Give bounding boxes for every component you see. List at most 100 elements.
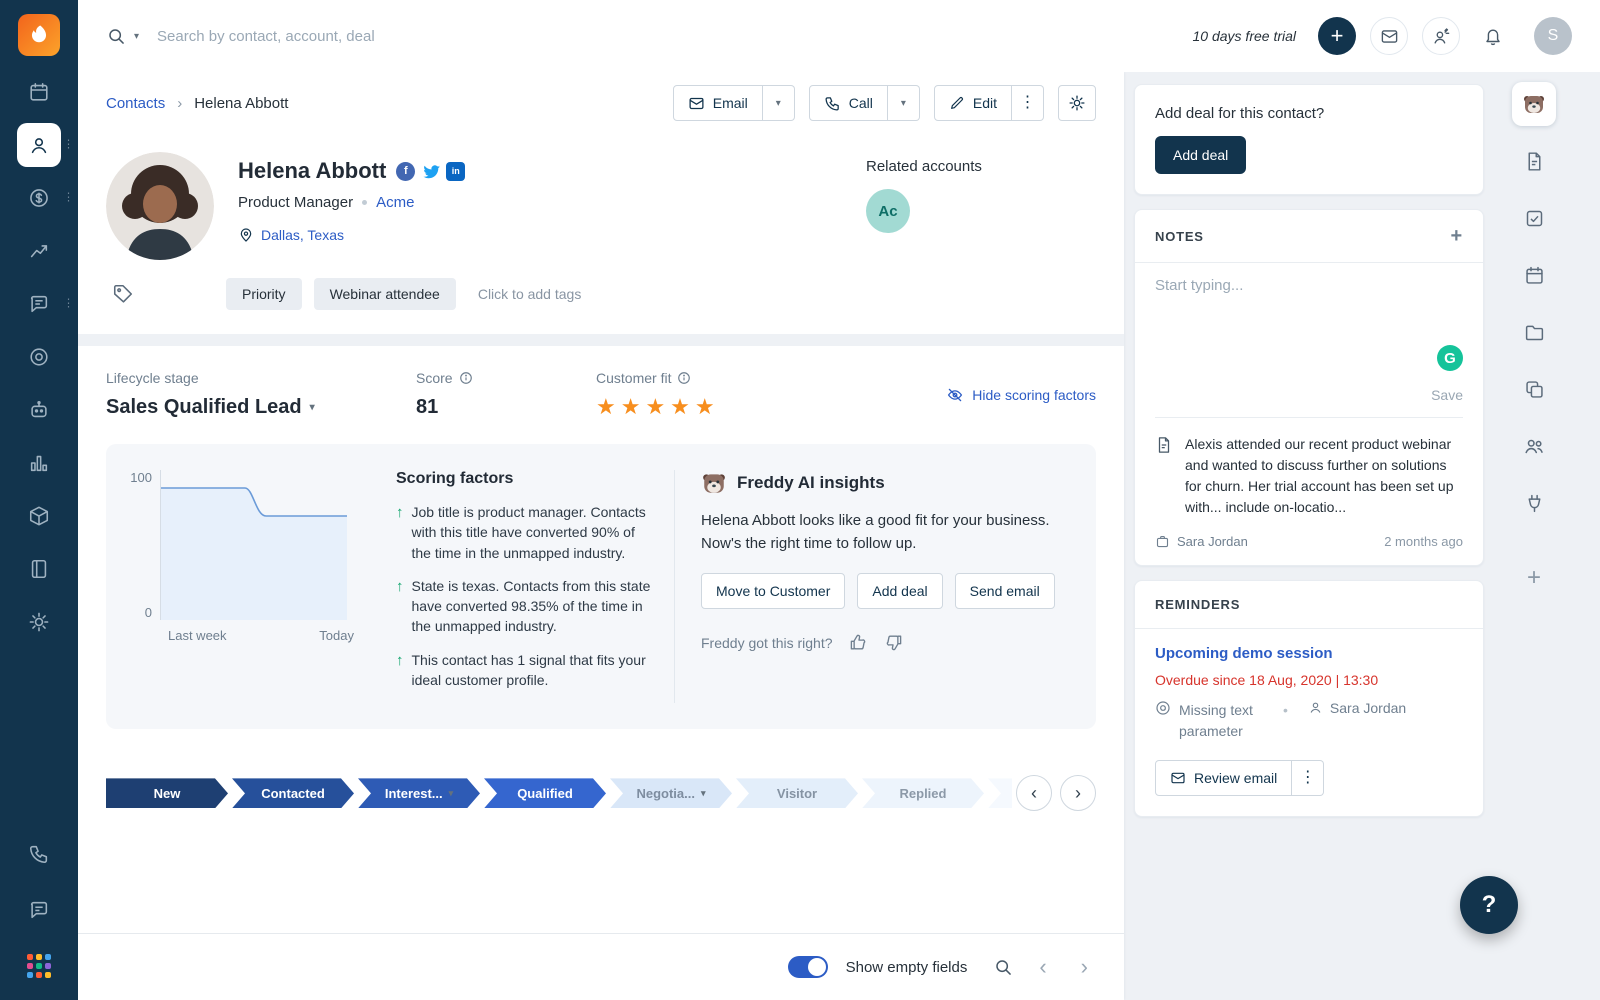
info-icon[interactable] xyxy=(677,371,691,385)
folder-icon xyxy=(1525,325,1543,340)
nav-phone[interactable] xyxy=(17,832,61,876)
contact-title: Product Manager xyxy=(238,194,354,211)
add-deal-button[interactable]: Add deal xyxy=(857,573,943,609)
tag-icon xyxy=(113,284,133,303)
nav-marketing[interactable] xyxy=(17,335,61,379)
nav-contacts[interactable]: ⋮ xyxy=(17,123,74,167)
search-icon[interactable] xyxy=(106,26,126,46)
nav-settings[interactable] xyxy=(17,600,61,644)
info-icon[interactable] xyxy=(459,371,473,385)
show-empty-fields-toggle[interactable] xyxy=(787,956,828,978)
analytics-icon xyxy=(30,245,48,258)
notifications-button[interactable] xyxy=(1474,17,1512,55)
rail-duplicates[interactable] xyxy=(1512,367,1556,411)
email-action-button[interactable]: Email xyxy=(672,85,763,121)
save-note-button[interactable]: Save xyxy=(1155,385,1463,418)
global-add-button[interactable]: + xyxy=(1318,17,1356,55)
company-link[interactable]: Acme xyxy=(376,194,414,211)
stage-interested[interactable]: Interest... ▾ xyxy=(358,778,480,808)
rail-freddy[interactable] xyxy=(1512,82,1556,126)
send-email-button[interactable]: Send email xyxy=(954,573,1055,609)
rail-integrations[interactable] xyxy=(1512,481,1556,525)
stage-qualified[interactable]: Qualified xyxy=(484,778,606,808)
call-dropdown-caret[interactable]: ▾ xyxy=(887,85,920,121)
add-tag-hint[interactable]: Click to add tags xyxy=(478,286,582,302)
hide-scoring-factors-link[interactable]: Hide scoring factors xyxy=(946,386,1096,404)
stage-contacted[interactable]: Contacted xyxy=(232,778,354,808)
facebook-icon[interactable]: f xyxy=(396,161,416,181)
pipeline-next-button[interactable]: › xyxy=(1060,775,1096,812)
reminder-more-button[interactable]: ⋮ xyxy=(1292,760,1325,796)
note-editor[interactable]: Start typing... G xyxy=(1155,277,1463,385)
dot-separator xyxy=(362,200,368,205)
rail-contacts[interactable] xyxy=(1512,424,1556,468)
nav-reports[interactable] xyxy=(17,441,61,485)
call-action-button[interactable]: Call xyxy=(808,85,888,121)
search-fields-icon[interactable] xyxy=(993,957,1013,977)
tag-pill[interactable]: Webinar attendee xyxy=(313,278,456,310)
tag-pill[interactable]: Priority xyxy=(226,278,302,310)
edit-button[interactable]: Edit xyxy=(933,85,1012,121)
email-dropdown-caret[interactable]: ▾ xyxy=(762,85,795,121)
note-icon xyxy=(1158,437,1170,453)
review-email-button[interactable]: Review email xyxy=(1155,760,1293,796)
stage-replied[interactable]: Replied xyxy=(862,778,984,808)
stage-truncated[interactable]: S xyxy=(988,778,1012,808)
reminder-warning: Missing text parameter xyxy=(1179,702,1253,739)
help-button[interactable]: ? xyxy=(1460,876,1518,934)
related-account-avatar[interactable]: Ac xyxy=(866,189,910,233)
stage-negotiation[interactable]: Negotia... ▾ xyxy=(610,778,732,808)
nav-app-switcher[interactable] xyxy=(17,944,61,988)
next-section-button[interactable]: › xyxy=(1073,956,1096,978)
search-scope-caret-icon[interactable]: ▾ xyxy=(134,31,139,42)
prev-section-button[interactable]: ‹ xyxy=(1031,956,1054,978)
nav-conversations-menu-icon[interactable]: ⋮ xyxy=(63,298,74,310)
twitter-icon[interactable] xyxy=(421,161,441,181)
thumbs-down-icon[interactable] xyxy=(884,633,903,652)
nav-deals-menu-icon[interactable]: ⋮ xyxy=(63,192,74,204)
rail-tasks[interactable] xyxy=(1512,196,1556,240)
grammarly-icon: G xyxy=(1437,345,1463,371)
add-widget-icon[interactable]: + xyxy=(1527,564,1541,592)
scoring-panel: 100 0 Last week Today Scoring factors ↑ … xyxy=(106,444,1096,730)
thumbs-up-icon[interactable] xyxy=(849,633,868,652)
nav-library[interactable] xyxy=(17,547,61,591)
add-deal-button[interactable]: Add deal xyxy=(1155,136,1247,174)
nav-contacts-menu-icon[interactable]: ⋮ xyxy=(63,139,74,151)
lifecycle-stage-dropdown[interactable]: Sales Qualified Lead ▾ xyxy=(106,396,356,419)
contact-location[interactable]: Dallas, Texas xyxy=(261,227,344,243)
linkedin-icon[interactable]: in xyxy=(446,161,466,181)
nav-deals[interactable]: ⋮ xyxy=(17,176,74,220)
user-avatar[interactable]: S xyxy=(1534,17,1572,55)
whats-new-button[interactable] xyxy=(1422,17,1460,55)
arrow-up-icon: ↑ xyxy=(396,577,404,595)
freddy-icon xyxy=(703,474,725,493)
search-input[interactable] xyxy=(157,27,1185,45)
lifecycle-stage-value: Sales Qualified Lead xyxy=(106,396,302,418)
nav-help-chat[interactable] xyxy=(17,888,61,932)
reminder-title-link[interactable]: Upcoming demo session xyxy=(1155,645,1333,662)
stage-label: Visitor xyxy=(776,785,818,801)
email-button[interactable] xyxy=(1370,17,1408,55)
nav-conversations[interactable]: ⋮ xyxy=(17,282,74,326)
nav-bots[interactable] xyxy=(17,388,61,432)
lifecycle-row: Lifecycle stage Sales Qualified Lead ▾ S… xyxy=(78,370,1124,420)
breadcrumb-contacts-link[interactable]: Contacts xyxy=(106,95,165,112)
calendar-icon xyxy=(30,82,48,101)
nav-analytics[interactable] xyxy=(17,229,61,273)
stage-new[interactable]: New xyxy=(106,778,228,808)
rail-notes[interactable] xyxy=(1512,139,1556,183)
nav-products[interactable] xyxy=(17,494,61,538)
note-list-item[interactable]: Alexis attended our recent product webin… xyxy=(1155,418,1463,522)
rail-files[interactable] xyxy=(1512,310,1556,354)
library-icon xyxy=(31,559,47,579)
add-note-icon[interactable]: + xyxy=(1451,226,1463,246)
record-settings-button[interactable] xyxy=(1058,85,1096,121)
more-actions-button[interactable]: ⋮ xyxy=(1012,85,1044,121)
customer-fit-stars: ★★★★★ xyxy=(596,394,720,419)
rail-meetings[interactable] xyxy=(1512,253,1556,297)
pipeline-prev-button[interactable]: ‹ xyxy=(1016,775,1052,812)
move-to-customer-button[interactable]: Move to Customer xyxy=(701,573,846,609)
stage-visitor[interactable]: Visitor xyxy=(736,778,858,808)
nav-calendar[interactable] xyxy=(17,70,61,114)
